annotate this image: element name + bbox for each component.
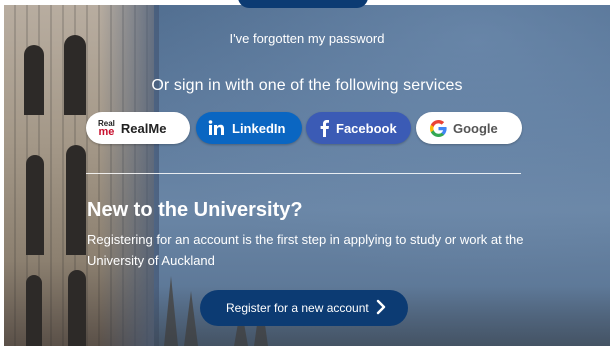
linkedin-signin-button[interactable]: LinkedIn xyxy=(196,112,302,144)
tower-window xyxy=(66,145,86,255)
chevron-right-icon xyxy=(376,299,386,318)
alternative-signin-heading: Or sign in with one of the following ser… xyxy=(151,77,463,94)
google-label: Google xyxy=(453,120,498,136)
tower-window xyxy=(26,275,42,346)
realme-logo-icon: Real me xyxy=(98,120,115,138)
linkedin-label: LinkedIn xyxy=(232,120,286,136)
forgot-password-link[interactable]: I've forgotten my password xyxy=(0,31,614,46)
new-user-description: Registering for an account is the first … xyxy=(87,232,524,268)
tower-window xyxy=(64,35,86,115)
facebook-icon xyxy=(318,119,330,137)
google-signin-button[interactable]: Google xyxy=(416,112,522,144)
facebook-signin-button[interactable]: Facebook xyxy=(306,112,411,144)
facebook-label: Facebook xyxy=(336,120,397,136)
sign-in-button[interactable] xyxy=(238,0,368,8)
new-user-heading: New to the University? xyxy=(87,199,303,221)
realme-signin-button[interactable]: Real me RealMe xyxy=(86,112,190,144)
section-divider xyxy=(86,173,521,174)
register-account-button[interactable]: Register for a new account xyxy=(200,290,408,326)
register-label: Register for a new account xyxy=(226,301,369,315)
realme-logo-me: me xyxy=(98,126,115,138)
tower-window xyxy=(68,270,86,346)
tower-shadow xyxy=(99,5,159,346)
tower-window xyxy=(26,155,44,255)
google-icon xyxy=(430,119,447,137)
realme-label: RealMe xyxy=(120,120,167,136)
linkedin-icon xyxy=(208,120,226,136)
